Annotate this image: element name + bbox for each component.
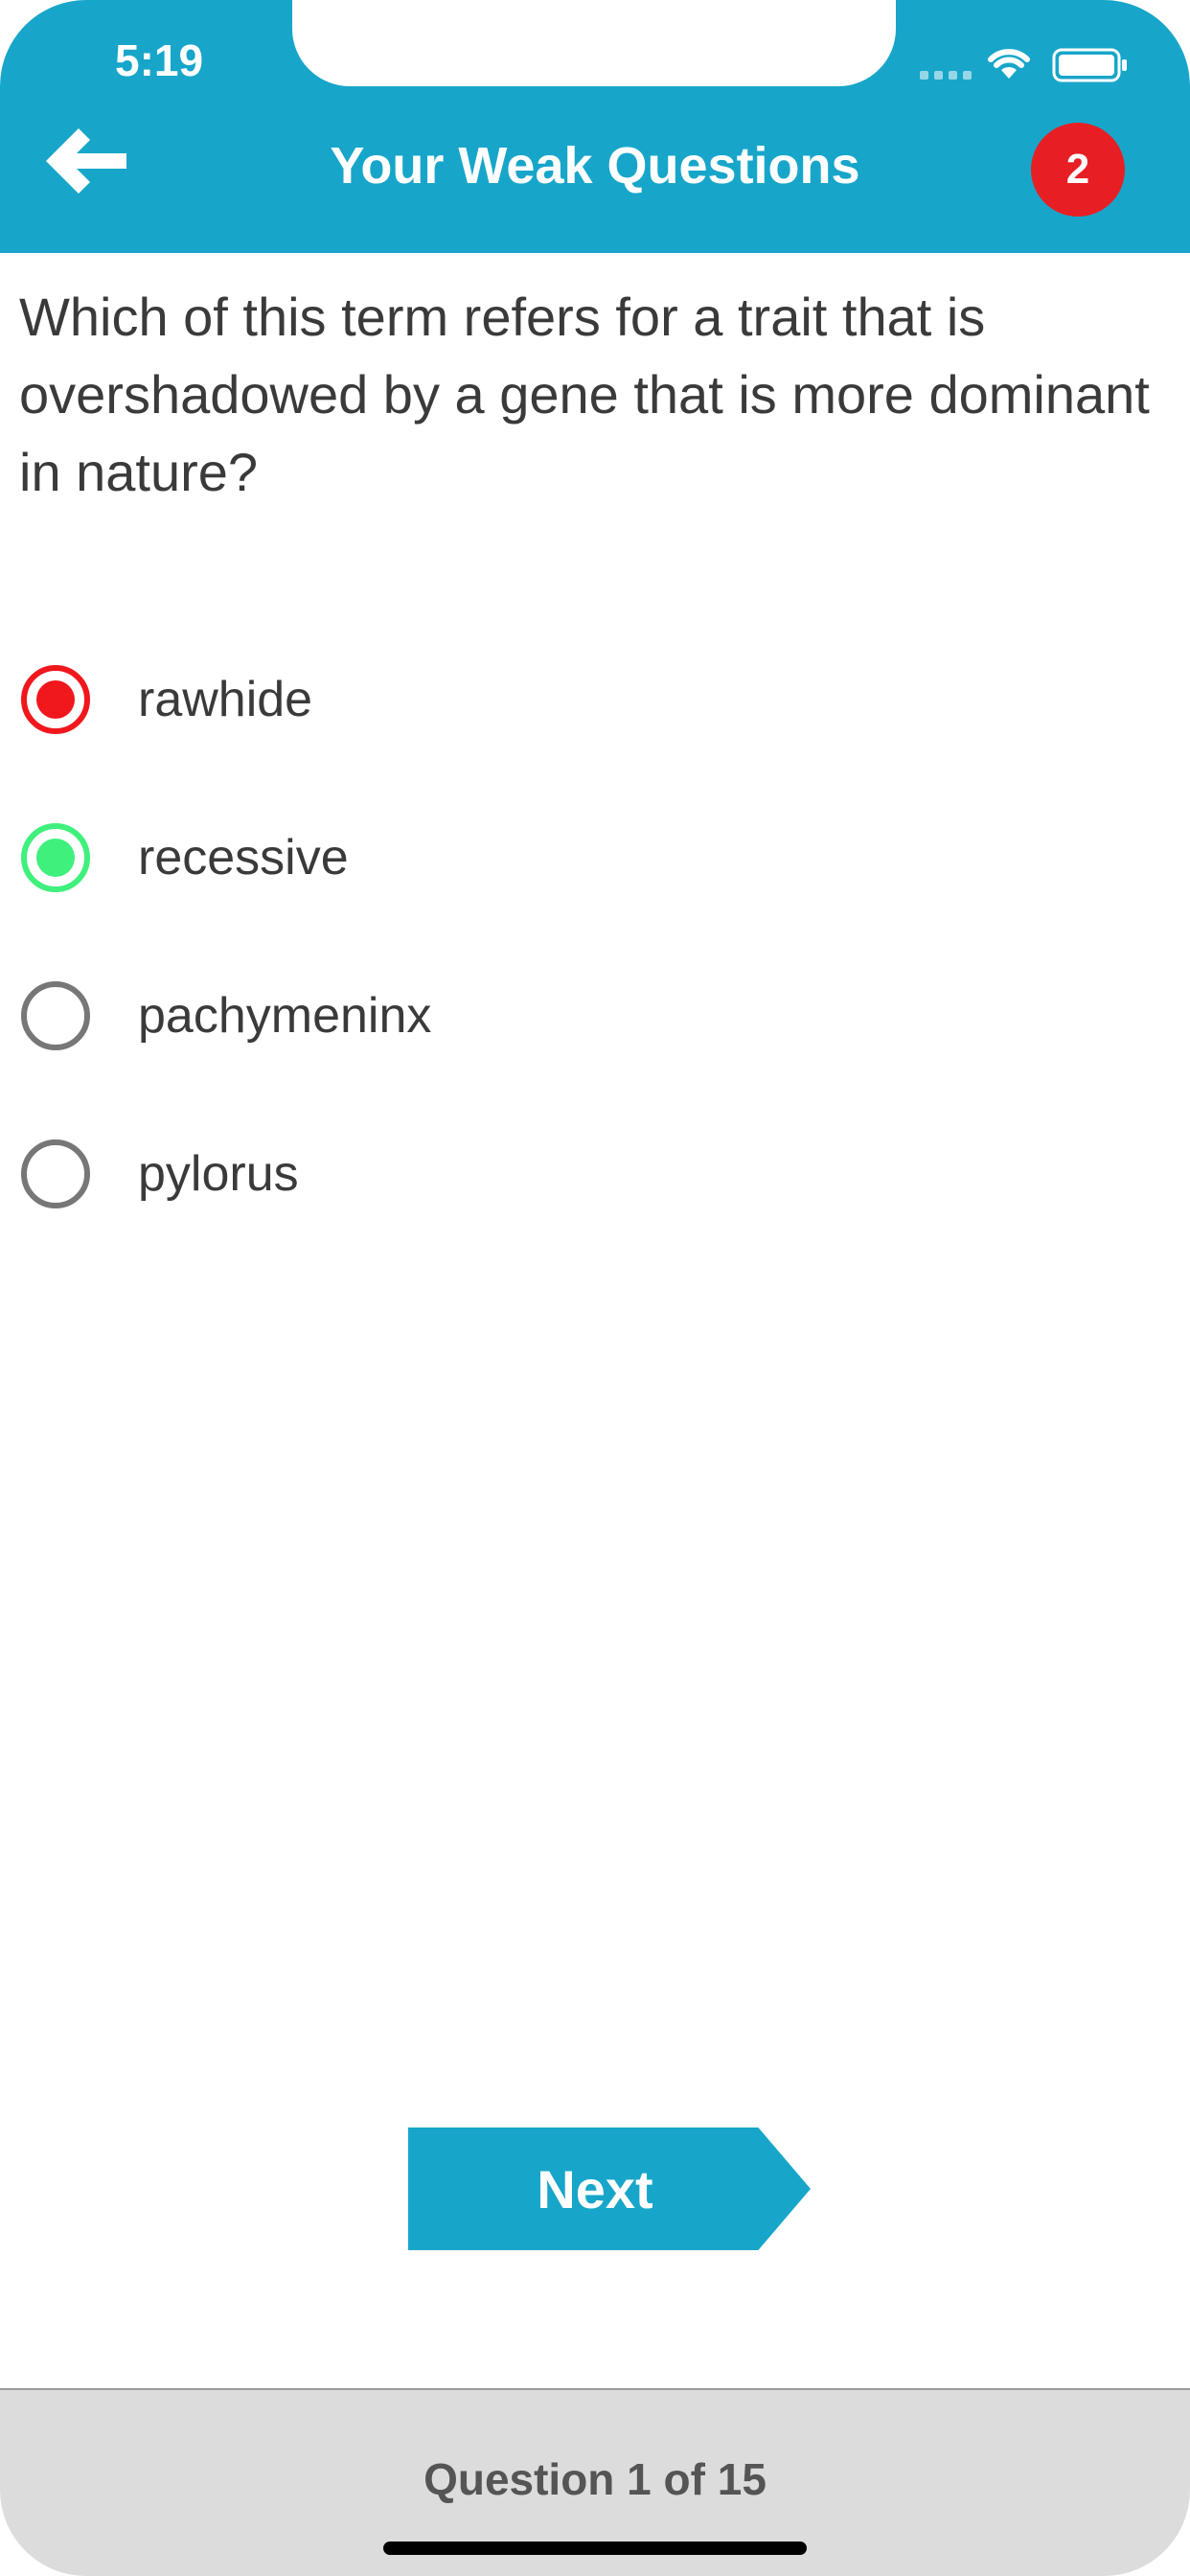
wifi-icon	[988, 49, 1030, 79]
next-button[interactable]: Next	[408, 2128, 811, 2250]
home-indicator[interactable]	[383, 2542, 807, 2555]
page-title: Your Weak Questions	[330, 137, 860, 195]
answer-option-rawhide[interactable]: rawhide	[21, 654, 883, 746]
next-button-label: Next	[537, 2158, 653, 2220]
device-notch	[292, 0, 896, 86]
weak-count-badge: 2	[1031, 123, 1125, 217]
answer-option-pachymeninx[interactable]: pachymeninx	[21, 970, 883, 1062]
radio-unselected-icon	[21, 981, 90, 1050]
question-text: Which of this term refers for a trait th…	[19, 287, 1150, 502]
question-progress: Question 1 of 15	[423, 2454, 767, 2504]
cellular-signal-icon	[920, 71, 972, 80]
radio-selected-correct-icon	[21, 823, 90, 892]
answer-option-pylorus[interactable]: pylorus	[21, 1128, 883, 1220]
battery-icon	[1052, 48, 1127, 82]
radio-unselected-icon	[21, 1139, 90, 1208]
answer-option-recessive[interactable]: recessive	[21, 812, 883, 904]
answer-option-label: recessive	[138, 830, 349, 886]
radio-selected-wrong-icon	[21, 665, 90, 734]
answer-option-label: rawhide	[138, 672, 313, 727]
footer-bar: Question 1 of 15	[0, 2388, 1190, 2576]
status-time: 5:19	[115, 35, 204, 85]
app-header: 5:19 Your Weak Questions 2	[0, 0, 1190, 253]
answer-option-label: pachymeninx	[138, 988, 432, 1044]
answer-option-label: pylorus	[138, 1146, 299, 1202]
